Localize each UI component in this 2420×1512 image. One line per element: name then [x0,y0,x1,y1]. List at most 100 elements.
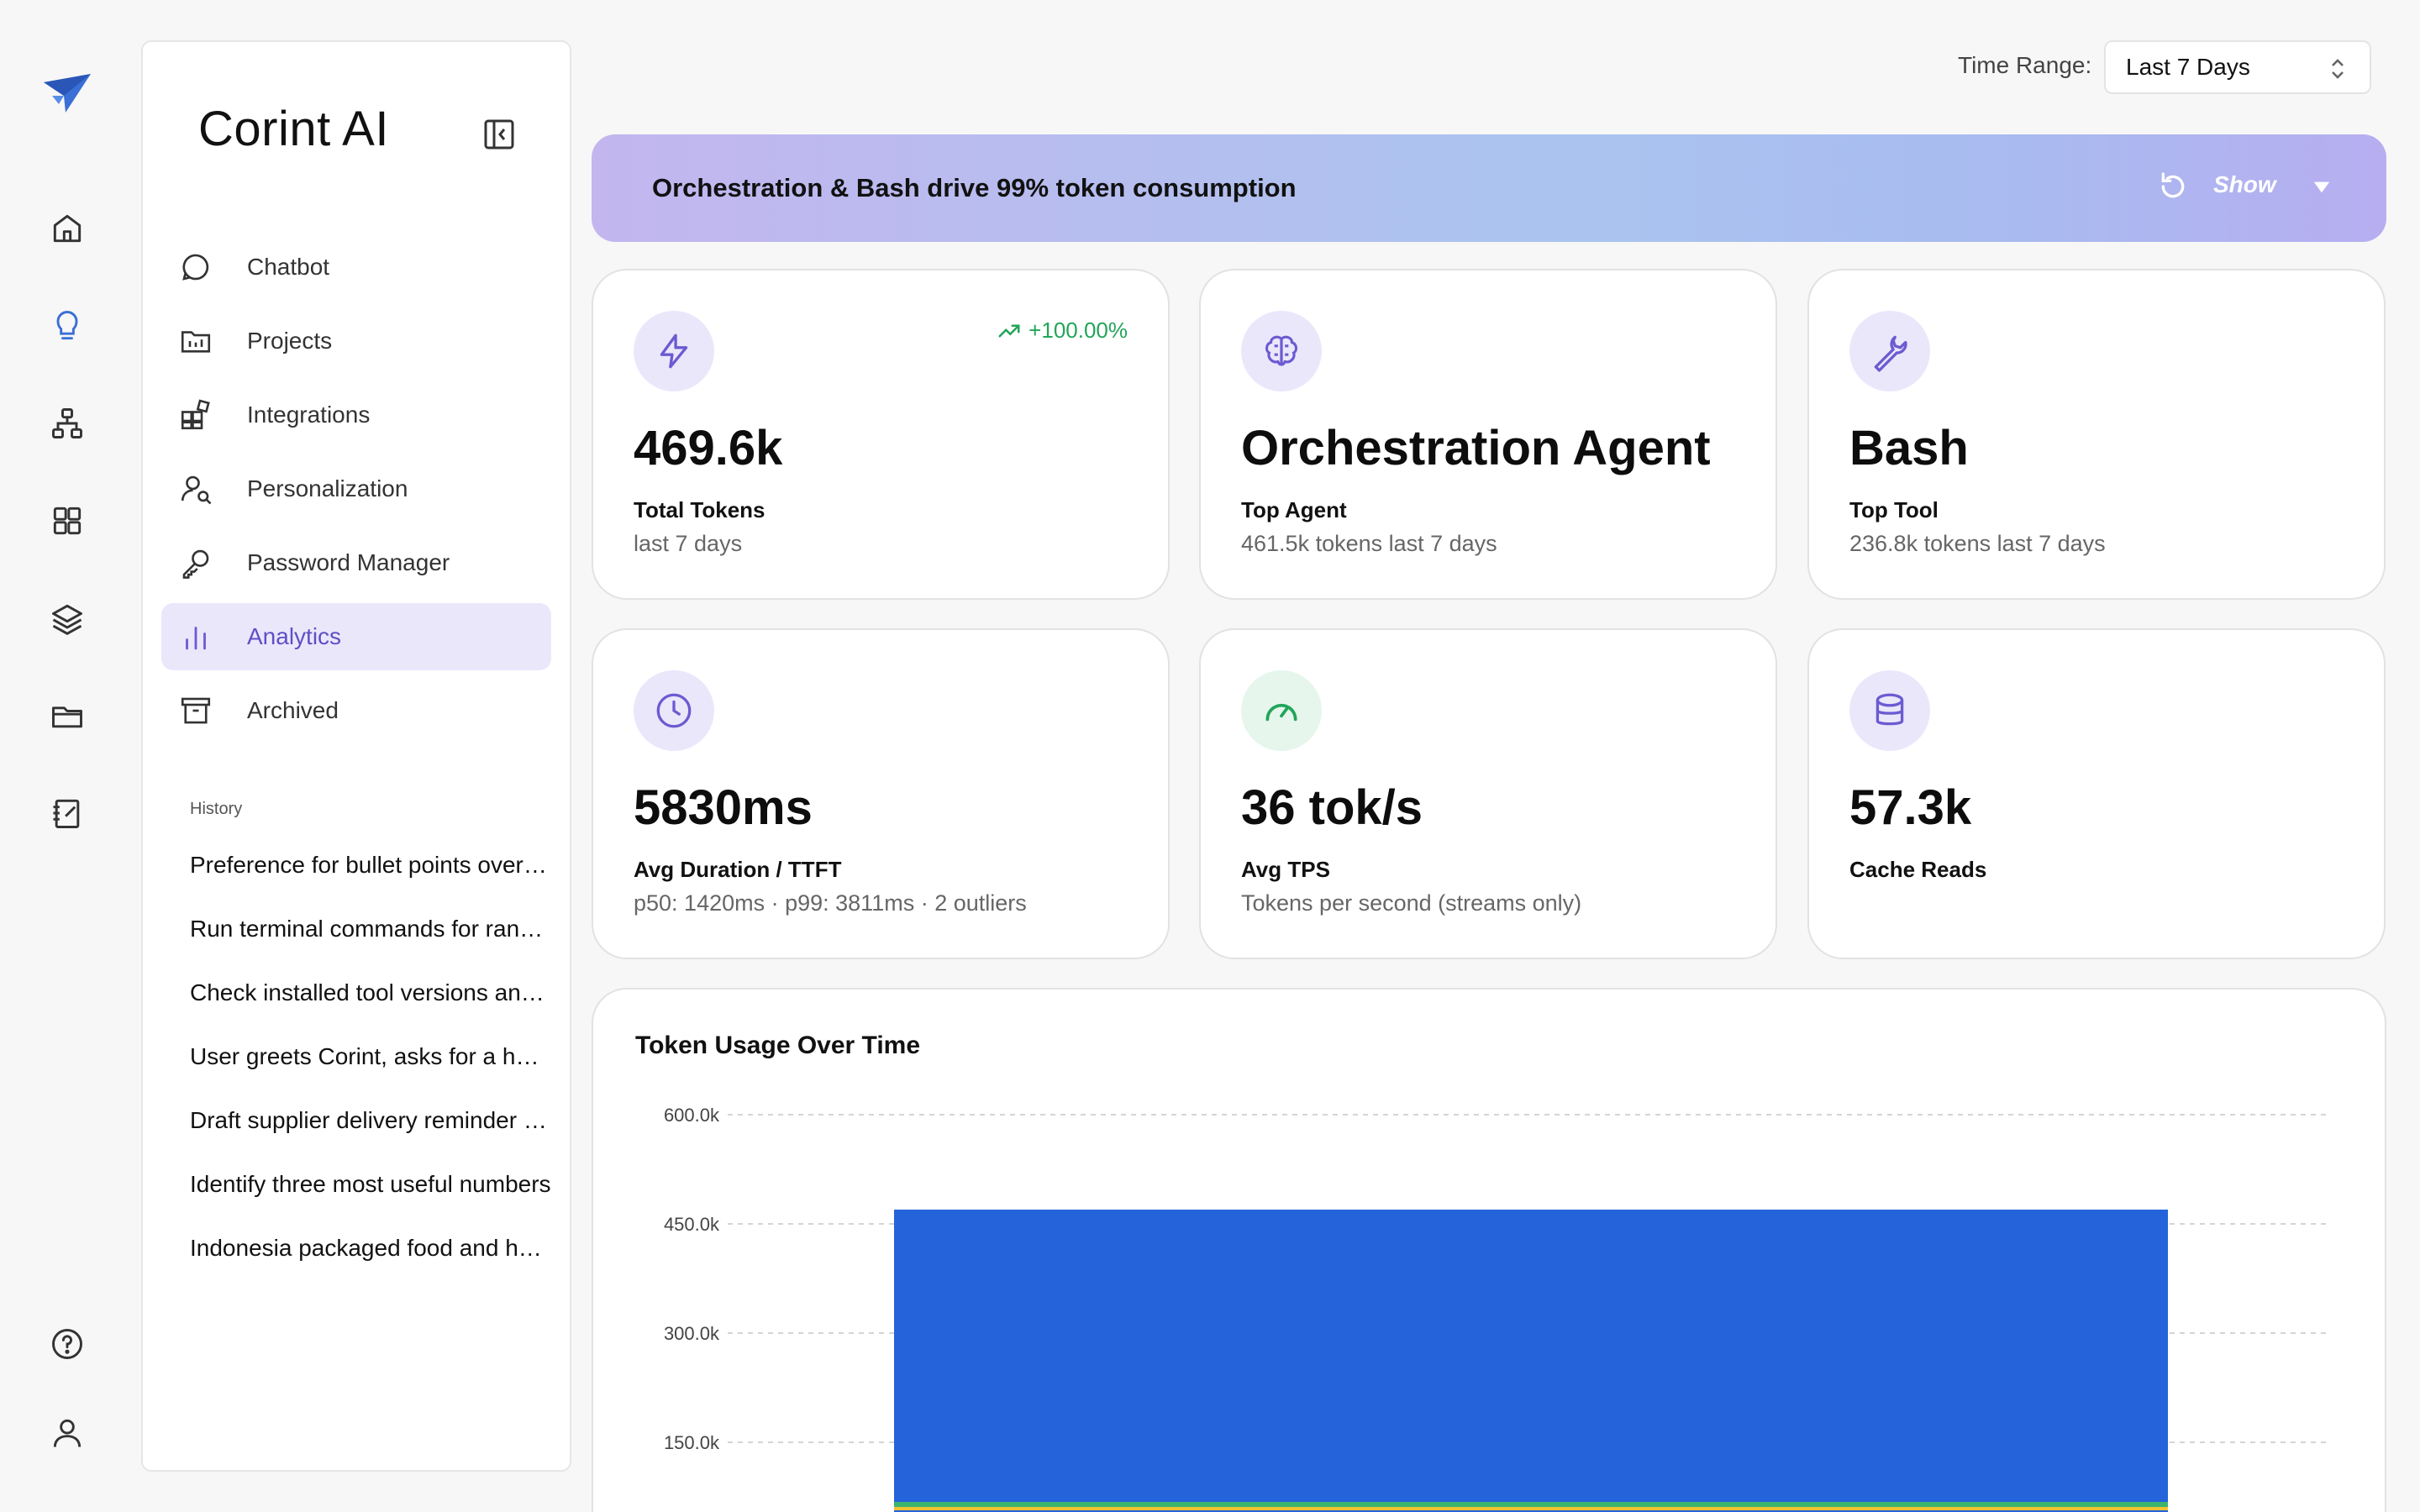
stat-title: Top Tool [1849,497,1939,522]
trending-up-icon [998,324,1020,337]
stat-subtitle: last 7 days [634,531,743,556]
stat-title: Avg Duration / TTFT [634,857,842,882]
notebook-icon[interactable] [42,788,92,838]
brand-title: Corint AI [198,102,389,156]
token-usage-chart-card: Token Usage Over Time 600.0k 450.0k 300.0k… [592,988,2386,1512]
bolt-icon-badge [634,311,714,391]
speedometer-icon-badge [1241,670,1322,751]
sitemap-icon[interactable] [42,398,92,449]
wrench-icon-badge [1849,311,1930,391]
show-insights-button[interactable]: Show [2213,171,2276,198]
time-range-select[interactable]: Last 7 Days [2104,40,2371,94]
avg-tps-card: 36 tok/s Avg TPS Tokens per second (stre… [1199,628,1777,959]
sidebar-item-label: Chatbot [247,254,330,280]
token-usage-chart: 600.0k 450.0k 300.0k 150.0k [664,1105,2329,1512]
history-item[interactable]: User greets Corint, asks for a haiku [190,1040,551,1104]
home-icon[interactable] [42,203,92,254]
refresh-icon[interactable] [2156,170,2190,203]
user-search-icon [181,475,212,505]
stat-subtitle: 236.8k tokens last 7 days [1849,531,2106,556]
bolt-icon [660,333,688,369]
history-list: Preference for bullet points over paragr… [190,848,551,1295]
stat-title: Avg TPS [1241,857,1330,882]
sidebar-item-personalization[interactable]: Personalization [161,455,551,522]
y-tick-label: 150.0k [664,1432,720,1453]
total-tokens-card: +100.00% 469.6k Total Tokens last 7 days [592,269,1170,600]
y-tick-label: 300.0k [664,1323,720,1344]
sidebar-item-label: Personalization [247,475,408,501]
insight-text: Orchestration & Bash drive 99% token con… [652,173,1297,202]
lightbulb-icon[interactable] [42,301,92,351]
collapse-sidebar-button[interactable] [474,109,524,160]
stat-subtitle: Tokens per second (streams only) [1241,890,1582,916]
sidebar-item-chatbot[interactable]: Chatbot [161,234,551,301]
top-agent-card: Orchestration Agent Top Agent 461.5k tok… [1199,269,1777,600]
chevron-up-down-icon [2332,59,2344,79]
sidebar-item-password-manager[interactable]: Password Manager [161,529,551,596]
brain-icon-badge [1241,311,1322,391]
area-series[interactable] [894,1210,2168,1512]
key-icon [182,549,209,579]
brain-icon [1265,335,1298,366]
sidebar-collapse-icon [484,119,514,150]
stat-value: Bash [1849,421,1969,475]
cache-reads-card: 57.3k Cache Reads [1807,628,2386,959]
stat-value: Orchestration Agent [1241,421,1711,475]
stat-title: Top Agent [1241,497,1347,522]
stat-subtitle: p50: 1420ms · p99: 3811ms · 2 outliers [634,890,1027,916]
sidebar-item-projects[interactable]: Projects [161,307,551,375]
history-item[interactable]: Run terminal commands for random checks [190,912,551,976]
layers-icon[interactable] [42,593,92,643]
time-range-value: Last 7 Days [2126,54,2250,80]
sidebar-item-label: Integrations [247,402,371,428]
sidebar-item-label: Password Manager [247,549,450,575]
database-icon [1876,693,1904,726]
clock-icon [656,693,692,728]
sidebar-item-label: Archived [247,697,339,723]
area-series-small-yellow[interactable] [894,1507,2168,1510]
y-tick-label: 450.0k [664,1214,720,1235]
sidebar-item-archived[interactable]: Archived [161,677,551,744]
grid-icon[interactable] [42,496,92,546]
history-item[interactable]: Check installed tool versions and paths [190,976,551,1040]
stat-subtitle: 461.5k tokens last 7 days [1241,531,1497,556]
history-item[interactable]: Draft supplier delivery reminder email [190,1104,551,1168]
history-item[interactable]: Identify three most useful numbers [190,1168,551,1231]
history-heading: History [190,800,243,818]
insight-banner: Orchestration & Bash drive 99% token con… [592,134,2386,242]
bar-chart-icon [186,627,206,650]
sidebar-panel: Corint AI Chatbot Projects Integrations … [141,40,571,1472]
stat-value: 36 tok/s [1241,780,1423,835]
history-item[interactable]: Indonesia packaged food and health trend… [190,1231,551,1295]
folder-icon[interactable] [42,690,92,741]
trend-badge: +100.00% [997,318,1128,344]
help-icon[interactable] [42,1319,92,1369]
stat-title: Cache Reads [1849,857,1987,882]
sidebar-item-analytics[interactable]: Analytics [161,603,551,670]
archive-icon [181,697,211,724]
history-item[interactable]: Preference for bullet points over paragr… [190,848,551,912]
top-tool-card: Bash Top Tool 236.8k tokens last 7 days [1807,269,2386,600]
stat-value: 57.3k [1849,780,1972,835]
integrations-icon [181,399,210,430]
stat-value: 469.6k [634,421,783,475]
chat-icon [182,254,209,281]
stat-title: Total Tokens [634,497,765,522]
time-range-label: Time Range: [1958,52,2092,78]
folder-chart-icon [181,331,211,353]
database-icon-badge [1849,670,1930,751]
caret-down-icon[interactable] [2312,180,2331,195]
clock-icon-badge [634,670,714,751]
area-series-small-green[interactable] [894,1502,2168,1507]
stat-value: 5830ms [634,780,813,835]
sidebar-nav: Chatbot Projects Integrations Personaliz… [161,234,551,751]
speedometer-icon [1265,703,1297,722]
sidebar-item-integrations[interactable]: Integrations [161,381,551,449]
user-icon[interactable] [42,1408,92,1458]
y-tick-label: 600.0k [664,1105,720,1126]
sidebar-item-label: Projects [247,328,333,354]
icon-rail [0,0,134,1512]
wrench-icon [1874,335,1907,372]
corint-logo-icon[interactable] [40,71,94,118]
trend-value: +100.00% [1028,318,1128,343]
